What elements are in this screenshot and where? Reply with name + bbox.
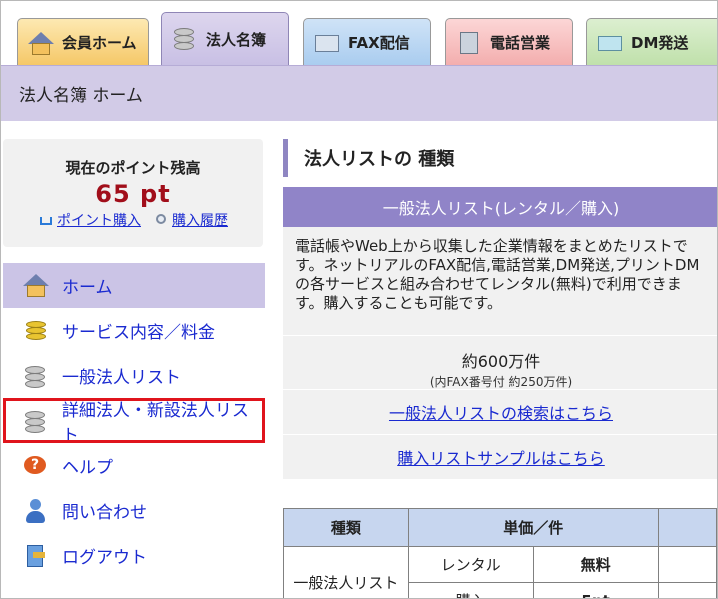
table-cell-empty xyxy=(657,546,717,583)
sidebar-item-label: 詳細法人・新設法人リスト xyxy=(61,400,249,446)
question-icon: ? xyxy=(21,452,49,480)
tab-corporate-directory[interactable]: 法人名簿 xyxy=(161,12,289,66)
description-line: す。ネットリアルのFAX配信,電話営業,DM発送,プリントDM xyxy=(295,256,700,274)
sidebar-item-label: サービス内容／料金 xyxy=(62,323,215,343)
database-icon xyxy=(21,362,49,390)
tab-label: 会員ホーム xyxy=(62,34,137,52)
table-row: 一般法人リスト レンタル 無料 xyxy=(283,546,717,598)
points-value: 65 pt xyxy=(95,180,171,208)
points-panel: 現在のポイント残高 65 pt ポイント購入 購入履歴 xyxy=(3,139,263,247)
logout-icon xyxy=(21,542,49,570)
record-count-sub: (内FAX番号付 約250万件) xyxy=(429,375,573,389)
magnifier-icon xyxy=(153,212,171,228)
table-header-row: 種類 単価／件 xyxy=(283,508,717,547)
fax-icon xyxy=(312,30,342,56)
sidebar-item-service-pricing[interactable]: サービス内容／料金 xyxy=(3,308,265,353)
sidebar-item-home[interactable]: ホーム xyxy=(3,263,265,308)
tab-member-home[interactable]: 会員ホーム xyxy=(17,18,149,66)
sidebar-item-label: ログアウト xyxy=(62,548,147,568)
sidebar-item-label: ホーム xyxy=(62,278,113,298)
sidebar-item-label: 問い合わせ xyxy=(62,503,147,523)
page-frame: 会員ホーム 法人名簿 FAX配信 電話営業 DM発送 法人名簿 ホーム 現在のポ… xyxy=(0,0,718,599)
sidebar-item-logout[interactable]: ログアウト xyxy=(3,533,265,578)
tab-telephone-sales[interactable]: 電話営業 xyxy=(445,18,573,66)
list-header: 一般法人リスト(レンタル／購入) xyxy=(283,187,717,227)
column-header-type: 種類 xyxy=(283,508,409,547)
calculator-icon xyxy=(454,30,484,56)
database-icon xyxy=(170,27,200,53)
table-cell-purchase-price: 5pt xyxy=(532,582,659,598)
person-icon xyxy=(21,497,49,525)
main-content: 法人リストの 種類 一般法人リスト(レンタル／購入) 電話帳やWeb上から収集し… xyxy=(283,139,717,479)
tab-label: DM発送 xyxy=(631,34,689,52)
sidebar-item-detailed-new-list[interactable]: 詳細法人・新設法人リスト xyxy=(3,398,265,446)
tab-fax[interactable]: FAX配信 xyxy=(303,18,431,66)
sidebar-menu: ホーム サービス内容／料金 一般法人リスト 詳細法人・新設法人リスト ? ヘルプ… xyxy=(3,263,265,578)
list-description: 電話帳やWeb上から収集した企業情報をまとめたリストで す。ネットリアルのFAX… xyxy=(283,227,717,335)
tab-label: 電話営業 xyxy=(490,34,551,52)
points-title: 現在のポイント残高 xyxy=(65,159,201,177)
tab-label: 法人名簿 xyxy=(206,31,267,49)
record-count: 約600万件 (内FAX番号付 約250万件) xyxy=(283,335,717,389)
points-links: ポイント購入 購入履歴 xyxy=(3,210,263,230)
price-table: 種類 単価／件 一般法人リスト レンタル 無料 購入 5pt xyxy=(283,508,717,598)
sidebar-item-label: ヘルプ xyxy=(62,458,113,478)
tab-label: FAX配信 xyxy=(348,34,410,52)
sidebar-item-general-list[interactable]: 一般法人リスト xyxy=(3,353,265,398)
sidebar-item-help[interactable]: ? ヘルプ xyxy=(3,443,265,488)
house-icon xyxy=(21,272,49,300)
purchase-history-label: 購入履歴 xyxy=(172,213,228,229)
table-cell-rental: レンタル xyxy=(407,546,534,583)
sample-link-row: 購入リストサンプルはこちら xyxy=(283,434,717,479)
house-icon xyxy=(26,30,56,56)
buy-points-link[interactable]: ポイント購入 xyxy=(38,210,141,230)
page-title: 法人リストの 種類 xyxy=(283,139,717,177)
sidebar-item-label: 一般法人リスト xyxy=(62,368,181,388)
description-line: 電話帳やWeb上から収集した企業情報をまとめたリストで xyxy=(295,237,688,255)
description-line: の各サービスと組み合わせてレンタル(無料)で利用できま xyxy=(295,275,682,293)
sample-list-link[interactable]: 購入リストサンプルはこちら xyxy=(397,445,605,469)
sidebar-item-contact[interactable]: 問い合わせ xyxy=(3,488,265,533)
tab-dm[interactable]: DM発送 xyxy=(586,18,717,66)
description-line: す。購入することも可能です。 xyxy=(295,294,503,312)
table-cell-rental-price: 無料 xyxy=(532,546,659,583)
record-count-main: 約600万件 xyxy=(461,352,541,371)
breadcrumb: 法人名簿 ホーム xyxy=(1,65,717,121)
table-cell-list-type: 一般法人リスト xyxy=(283,546,409,598)
buy-points-label: ポイント購入 xyxy=(57,213,141,229)
table-cell-empty xyxy=(657,582,717,598)
database-icon xyxy=(21,407,49,435)
coins-icon xyxy=(21,317,49,345)
tab-bar: 会員ホーム 法人名簿 FAX配信 電話営業 DM発送 xyxy=(1,1,717,66)
column-header-unit-price: 単価／件 xyxy=(407,508,659,547)
cart-icon xyxy=(38,212,56,228)
envelope-icon xyxy=(595,30,625,56)
column-header-extra xyxy=(657,508,717,547)
search-list-link[interactable]: 一般法人リストの検索はこちら xyxy=(389,400,613,424)
purchase-history-link[interactable]: 購入履歴 xyxy=(153,210,228,230)
table-cell-purchase: 購入 xyxy=(407,582,534,598)
search-link-row: 一般法人リストの検索はこちら xyxy=(283,389,717,434)
